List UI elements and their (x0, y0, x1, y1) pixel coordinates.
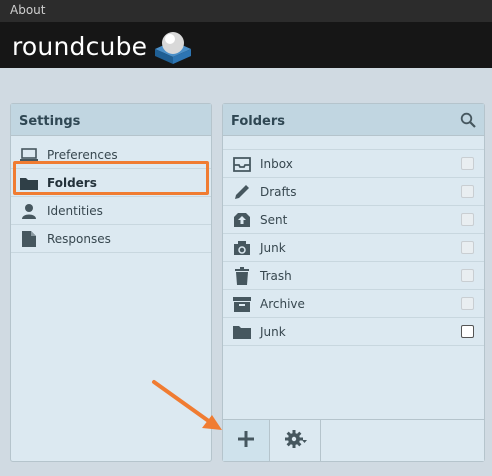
folder-row-archive[interactable]: Archive (223, 290, 484, 318)
settings-nav: Preferences Folders Identities Responses (11, 141, 211, 253)
settings-item-label: Responses (47, 231, 111, 246)
settings-item-label: Preferences (47, 147, 118, 162)
pencil-icon (232, 183, 252, 201)
folder-list: Inbox Drafts Sent Junk Trash Archive Jun… (223, 149, 484, 346)
archive-icon (232, 295, 252, 313)
settings-item-identities[interactable]: Identities (11, 197, 211, 225)
folder-icon (19, 174, 39, 192)
settings-item-folders[interactable]: Folders (11, 169, 211, 197)
logo-wordmark: roundcube (12, 31, 148, 61)
roundcube-logo[interactable]: roundcube (12, 26, 195, 66)
search-icon[interactable] (460, 112, 476, 132)
subscribe-checkbox[interactable] (461, 269, 474, 282)
folder-actions-button[interactable] (271, 420, 321, 461)
subscribe-checkbox[interactable] (461, 157, 474, 170)
sent-icon (232, 211, 252, 229)
folder-name: Sent (260, 212, 288, 227)
folder-row-inbox[interactable]: Inbox (223, 150, 484, 178)
folders-header: Folders (223, 104, 484, 136)
folder-row-junk-custom[interactable]: Junk (223, 318, 484, 346)
folders-footer (223, 419, 484, 461)
person-icon (19, 202, 39, 220)
folder-name: Junk (260, 240, 286, 255)
annotation-arrow (152, 380, 222, 430)
settings-item-responses[interactable]: Responses (11, 225, 211, 253)
folder-row-trash[interactable]: Trash (223, 262, 484, 290)
inbox-icon (232, 155, 252, 173)
computer-icon (19, 146, 39, 164)
subscribe-checkbox[interactable] (461, 325, 474, 338)
folder-name: Trash (260, 268, 292, 283)
folder-row-junk[interactable]: Junk (223, 234, 484, 262)
top-menu-bar: About (0, 0, 492, 22)
subscribe-checkbox[interactable] (461, 185, 474, 198)
folder-icon (232, 323, 252, 341)
settings-header: Settings (11, 104, 211, 136)
document-icon (19, 230, 39, 248)
folders-title: Folders (231, 114, 286, 129)
plus-icon (237, 430, 255, 452)
folder-row-drafts[interactable]: Drafts (223, 178, 484, 206)
settings-item-label: Folders (47, 175, 97, 190)
subscribe-checkbox[interactable] (461, 241, 474, 254)
folder-name: Junk (260, 324, 286, 339)
app-header: roundcube (0, 22, 492, 68)
add-folder-button[interactable] (223, 420, 270, 461)
folder-row-sent[interactable]: Sent (223, 206, 484, 234)
folder-name: Archive (260, 296, 305, 311)
about-link[interactable]: About (10, 3, 45, 17)
settings-item-label: Identities (47, 203, 103, 218)
recycle-icon (232, 239, 252, 257)
gear-icon (284, 429, 307, 453)
folders-panel: Folders Inbox Drafts Sent Junk Trash Arc… (222, 103, 485, 462)
folder-name: Drafts (260, 184, 297, 199)
cube-logo-icon (155, 32, 192, 64)
subscribe-checkbox[interactable] (461, 297, 474, 310)
settings-item-preferences[interactable]: Preferences (11, 141, 211, 169)
folder-name: Inbox (260, 156, 293, 171)
subscribe-checkbox[interactable] (461, 213, 474, 226)
trash-icon (232, 266, 252, 285)
